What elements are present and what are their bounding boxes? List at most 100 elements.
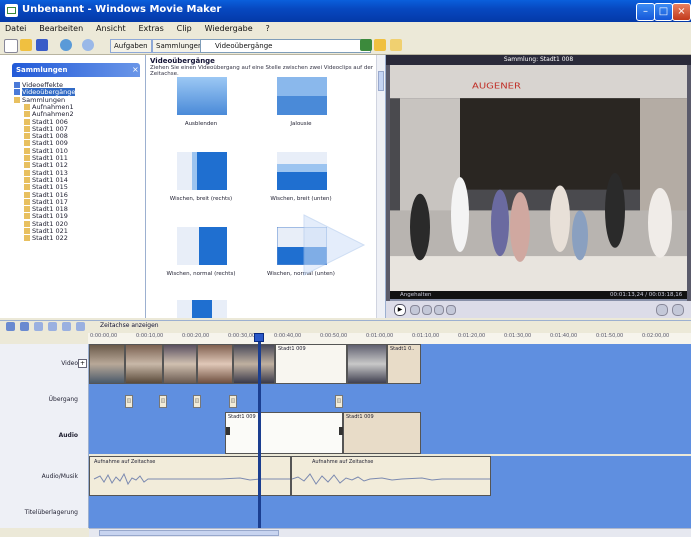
audio-clip-selected[interactable]: Stadt1 009 (225, 412, 343, 454)
set-audio-levels-icon[interactable] (6, 322, 15, 331)
store-sign-text: AUGENER (472, 81, 522, 91)
transition-item[interactable]: Wischen, normal (rechts) (152, 227, 250, 302)
tasks-button[interactable]: Aufgaben (110, 39, 152, 53)
scrollbar-thumb[interactable] (99, 530, 279, 536)
video-clip-selected[interactable]: Stadt1 009 (275, 344, 347, 384)
stop-button[interactable] (410, 305, 420, 315)
transition-item[interactable] (152, 300, 250, 318)
narrate-icon[interactable] (20, 322, 29, 331)
transition-thumbnail-wipe-right (177, 152, 227, 190)
waveform (292, 473, 490, 485)
transition-marker[interactable]: ◫ (335, 395, 343, 408)
zoom-out-icon[interactable] (48, 322, 57, 331)
playback-controls: ▶ (386, 301, 691, 318)
status-text: Angehalten (400, 292, 432, 298)
video-clip[interactable] (347, 344, 387, 384)
split-clip-button[interactable] (656, 304, 668, 316)
clip-label: Aufnahme auf Zeitachse (312, 459, 374, 465)
music-clip[interactable]: Aufnahme auf Zeitachse (291, 456, 491, 496)
collections-button[interactable]: Sammlungen (152, 39, 207, 53)
transition-label: Wischen, normal (rechts) (166, 271, 236, 277)
collections-pane-header: Sammlungen (12, 63, 140, 77)
menu-bearbeiten[interactable]: Bearbeiten (34, 22, 88, 35)
transition-marker[interactable]: ◫ (229, 395, 237, 408)
clip-folder-icon (24, 220, 30, 227)
collection-icon (14, 82, 20, 88)
new-project-icon[interactable] (4, 39, 18, 53)
track-labels: Video + Übergang Audio Audio/Musik Titel… (0, 344, 89, 528)
close-pane-icon[interactable]: × (132, 65, 139, 74)
video-clip[interactable]: Stadt1 0.. (387, 344, 421, 384)
timeline-toolbar: Zeitachse anzeigen (0, 320, 691, 333)
video-preview: AUGENER (390, 65, 687, 291)
redo-icon[interactable] (82, 39, 94, 51)
title-overlay-track[interactable] (89, 496, 691, 528)
close-button[interactable]: × (672, 3, 691, 21)
play-button[interactable]: ▶ (394, 304, 406, 316)
collection-select[interactable]: Videoübergänge (200, 39, 371, 53)
audio-track[interactable]: Stadt1 009 Stadt1 009 (89, 412, 691, 454)
clip-folder-icon (24, 213, 30, 220)
clip-folder-icon (24, 111, 30, 118)
track-label-audio-music: Audio/Musik (41, 473, 78, 480)
transition-item[interactable]: Jalousie (252, 77, 350, 152)
clip-folder-icon (24, 133, 30, 140)
menu-ansicht[interactable]: Ansicht (91, 22, 131, 35)
clip-folder-icon (24, 140, 30, 147)
video-clip[interactable] (125, 344, 163, 384)
track-label-title-overlay: Titelüberlagerung (24, 509, 78, 516)
open-project-icon[interactable] (20, 39, 32, 51)
new-folder-icon[interactable] (374, 39, 386, 51)
ruler-tick-label: 0:02:00,00 (642, 333, 670, 339)
audio-clip[interactable]: Stadt1 009 (343, 412, 421, 454)
playhead[interactable] (258, 333, 261, 528)
clip-folder-icon (24, 198, 30, 205)
clip-label: Aufnahme auf Zeitachse (94, 459, 156, 465)
video-clip[interactable] (197, 344, 233, 384)
fullscreen-button[interactable] (446, 305, 456, 315)
menu-clip[interactable]: Clip (172, 22, 197, 35)
transition-item[interactable]: Wischen, breit (rechts) (152, 152, 250, 227)
track-label-video[interactable]: Video (0, 360, 88, 367)
transition-label: Jalousie (290, 121, 312, 127)
maximize-button[interactable]: □ (654, 3, 673, 21)
show-timeline-toggle[interactable]: Zeitachse anzeigen (100, 322, 159, 329)
zoom-in-icon[interactable] (34, 322, 43, 331)
seek-bar[interactable] (390, 299, 687, 301)
transition-marker[interactable]: ◫ (193, 395, 201, 408)
undo-icon[interactable] (60, 39, 72, 51)
menu-extras[interactable]: Extras (133, 22, 168, 35)
clip-folder-icon (24, 155, 30, 161)
audio-music-track[interactable]: Aufnahme auf Zeitachse Aufnahme auf Zeit… (89, 456, 691, 496)
video-clip[interactable] (163, 344, 197, 384)
view-options-icon[interactable] (390, 39, 402, 51)
menu-wiedergabe[interactable]: Wiedergabe (200, 22, 258, 35)
expand-video-track-icon[interactable]: + (78, 359, 87, 368)
transition-marker[interactable]: ◫ (125, 395, 133, 408)
ruler-tick-label: 0:01:40,00 (550, 333, 578, 339)
video-track[interactable]: Stadt1 009 Stadt1 0.. (89, 344, 691, 384)
playhead-handle[interactable] (254, 333, 264, 342)
save-project-icon[interactable] (36, 39, 48, 51)
next-frame-button[interactable] (434, 305, 444, 315)
transition-item[interactable]: Ausblenden (152, 77, 250, 152)
ruler-tick-label: 0:01:20,00 (458, 333, 486, 339)
ruler-tick-label: 0:00:30,00 (228, 333, 256, 339)
trim-handle-left[interactable] (226, 427, 230, 435)
transitions-scrollbar[interactable] (376, 55, 385, 318)
app-icon (5, 4, 18, 17)
up-folder-icon[interactable] (360, 39, 372, 51)
snapshot-button[interactable] (672, 304, 684, 316)
video-clip[interactable] (233, 344, 275, 384)
prev-frame-button[interactable] (422, 305, 432, 315)
rewind-timeline-icon[interactable] (62, 322, 71, 331)
menu-help[interactable]: ? (261, 22, 275, 35)
ruler-tick-label: 0:01:00,00 (366, 333, 394, 339)
ruler-tick-label: 0:01:50,00 (596, 333, 624, 339)
menu-datei[interactable]: Datei (0, 22, 31, 35)
video-clip[interactable] (89, 344, 125, 384)
minimize-button[interactable]: – (636, 3, 655, 21)
tree-item-clip[interactable]: Stadt1 022 (24, 234, 68, 242)
play-timeline-icon[interactable] (76, 322, 85, 331)
transition-marker[interactable]: ◫ (159, 395, 167, 408)
